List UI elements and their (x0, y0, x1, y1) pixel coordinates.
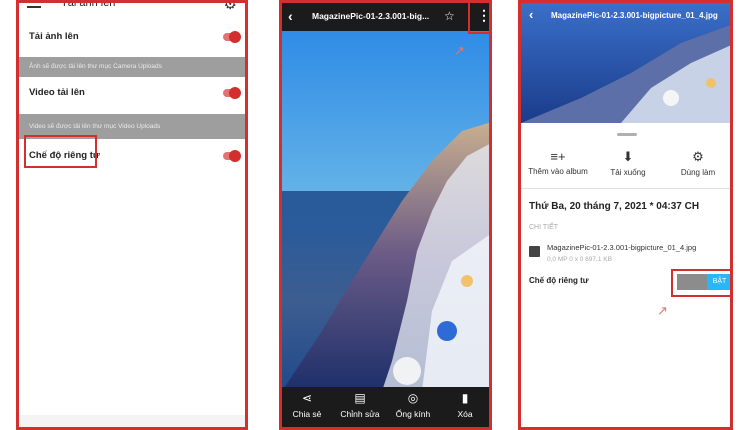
privacy-label: Chế độ riêng tư (529, 276, 589, 285)
action-label: Ống kính (395, 409, 431, 419)
photo-title: MagazinePic-01-2.3.001-big... (312, 11, 430, 21)
use-as-button[interactable]: ⚙ Dùng làm (663, 149, 730, 177)
back-arrow-icon[interactable]: ‹ (529, 7, 533, 22)
gear-icon[interactable]: ⚙ (224, 3, 237, 13)
action-label: Xóa (457, 409, 473, 419)
viewer-top-bar: ‹ MagazinePic-01-2.3.001-big... ☆ ⋮ (282, 3, 489, 31)
video-upload-toggle[interactable] (223, 87, 241, 99)
settings-header: Tải ảnh lên ⚙ (19, 3, 245, 19)
pointer-arrow-icon: ↗ (454, 43, 465, 58)
privacy-toggle[interactable] (223, 150, 241, 162)
setting-desc: Ảnh sẽ được tải lên thư mục Camera Uploa… (19, 57, 245, 77)
highlight-box (671, 269, 730, 297)
setting-label: Video tải lên (29, 87, 85, 98)
sheet-drag-handle[interactable] (617, 133, 637, 136)
playlist-add-icon: ≡+ (550, 149, 566, 164)
action-label: Chia sẻ (292, 409, 322, 419)
add-to-album-button[interactable]: ≡+ Thêm vào album (523, 149, 593, 176)
action-label: Dùng làm (680, 168, 716, 177)
star-icon[interactable]: ☆ (444, 9, 455, 23)
photo-upload-toggle[interactable] (223, 31, 241, 43)
system-nav-bar (19, 415, 245, 427)
menu-icon[interactable] (27, 3, 41, 11)
edit-button[interactable]: ▤ Chỉnh sửa (335, 391, 385, 419)
trash-icon: ▮ (461, 391, 469, 405)
share-button[interactable]: ⋖ Chia sẻ (282, 391, 332, 419)
lens-icon: ◎ (407, 391, 419, 405)
download-icon: ⬇ (622, 149, 634, 164)
pointer-arrow-icon: ↗ (657, 303, 668, 318)
details-section-header: CHI TIẾT (529, 224, 559, 231)
setting-row-video-upload[interactable]: Video tải lên (19, 77, 245, 114)
divider (521, 188, 730, 189)
gear-icon: ⚙ (692, 149, 704, 164)
action-label: Tải xuống (610, 168, 646, 177)
photo-title: MagazinePic-01-2.3.001-bigpicture_01_4.j… (551, 11, 718, 20)
file-name: MagazinePic-01-2.3.001-bigpicture_01_4.j… (547, 243, 697, 252)
download-button[interactable]: ⬇ Tải xuống (593, 149, 663, 177)
share-icon: ⋖ (301, 391, 313, 405)
photo-image (282, 31, 489, 391)
action-label: Chỉnh sửa (340, 409, 380, 419)
photo-thumbnail (521, 3, 730, 123)
settings-title: Tải ảnh lên (61, 0, 116, 9)
back-arrow-icon[interactable]: ‹ (288, 8, 293, 24)
lens-button[interactable]: ◎ Ống kính (388, 391, 438, 419)
edit-icon: ▤ (354, 391, 366, 405)
file-meta: 0,0 MP 0 x 0 897,1 KB (547, 256, 612, 263)
delete-button[interactable]: ▮ Xóa (440, 391, 489, 419)
highlight-box (24, 135, 97, 168)
image-file-icon (529, 246, 540, 257)
settings-screen: Tải ảnh lên ⚙ Tải ảnh lên Ảnh sẽ được tả… (16, 0, 248, 430)
photo-viewer-screen: ‹ MagazinePic-01-2.3.001-big... ☆ ⋮ ↗ ⋖ … (279, 0, 492, 430)
viewer-action-bar: ⋖ Chia sẻ ▤ Chỉnh sửa ◎ Ống kính ▮ Xóa (282, 387, 489, 427)
photo-details-screen: ‹ MagazinePic-01-2.3.001-bigpicture_01_4… (518, 0, 733, 430)
setting-row-photo-upload[interactable]: Tải ảnh lên (19, 19, 245, 57)
action-label: Thêm vào album (528, 167, 588, 176)
highlight-box (468, 3, 489, 34)
setting-label: Tải ảnh lên (29, 31, 79, 42)
photo-date: Thứ Ba, 20 tháng 7, 2021 * 04:37 CH (529, 201, 700, 212)
